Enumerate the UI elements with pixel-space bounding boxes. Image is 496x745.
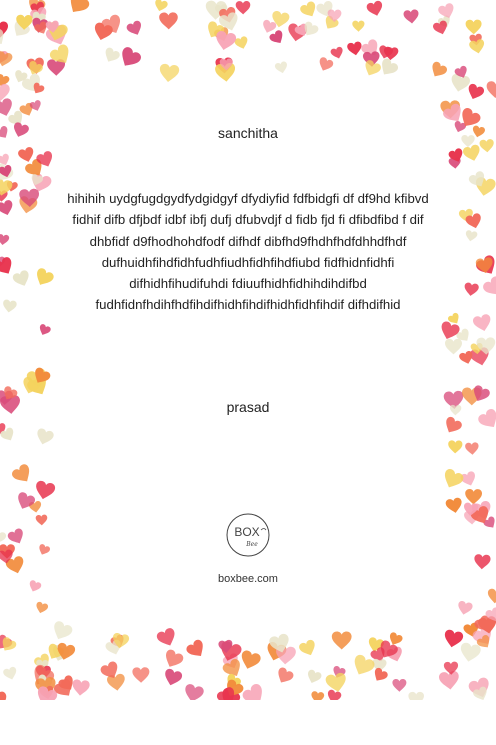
heart-icon [479, 139, 494, 153]
logo-text: BOX [234, 525, 259, 539]
heart-icon [36, 601, 49, 614]
heart-icon [374, 667, 388, 681]
heart-icon [473, 314, 491, 331]
page-bottom-space [0, 700, 496, 745]
heart-icon [7, 528, 23, 544]
heart-icon [241, 650, 261, 669]
heart-icon [325, 672, 346, 692]
heart-icon [39, 544, 51, 555]
heart-icon [72, 679, 90, 696]
heart-icon [165, 668, 183, 686]
heart-icon [0, 125, 8, 138]
greeting-card: sanchitha hihihih uydgfugdgydfydgidgyf d… [0, 0, 496, 700]
heart-icon [464, 282, 479, 296]
heart-icon [327, 689, 342, 700]
heart-icon [234, 36, 248, 49]
heart-icon [278, 667, 294, 683]
heart-icon [392, 678, 407, 692]
heart-icon [463, 144, 480, 161]
heart-icon [307, 669, 322, 683]
heart-icon [126, 20, 141, 35]
heart-icon [468, 83, 485, 99]
heart-icon [483, 276, 496, 295]
heart-icon [465, 442, 479, 455]
heart-icon [465, 489, 483, 505]
heart-icon [242, 684, 262, 700]
heart-icon [311, 691, 325, 700]
heart-icon [330, 46, 343, 59]
heart-icon [12, 270, 29, 286]
heart-icon [478, 409, 496, 428]
heart-icon [446, 416, 462, 433]
heart-icon [465, 19, 482, 35]
heart-icon [441, 321, 460, 340]
heart-icon [39, 324, 51, 335]
card-message: hihihih uydgfugdgydfydgidgyf dfydiyfid f… [67, 191, 429, 313]
heart-icon [0, 200, 13, 216]
heart-icon [448, 440, 463, 454]
heart-icon [13, 122, 29, 137]
logo-script: Bee [245, 541, 258, 548]
heart-icon [0, 234, 10, 246]
heart-icon [269, 30, 283, 44]
heart-icon [300, 1, 316, 17]
heart-icon [37, 428, 54, 445]
heart-icon [486, 81, 496, 99]
heart-icon [460, 642, 481, 662]
heart-icon [235, 1, 251, 15]
heart-icon [487, 588, 496, 604]
heart-icon [70, 0, 90, 12]
heart-icon [444, 629, 464, 648]
heart-icon [458, 600, 473, 615]
heart-icon [35, 514, 48, 526]
heart-icon [12, 464, 30, 482]
heart-icon [3, 299, 17, 313]
heart-icon [403, 9, 419, 24]
heart-icon [0, 530, 7, 544]
heart-icon [439, 670, 459, 690]
heart-icon [166, 649, 184, 667]
heart-icon [352, 20, 365, 32]
card-content: sanchitha hihihih uydgfugdgydfydgidgyf d… [60, 60, 436, 650]
heart-icon [29, 580, 42, 592]
recipient-name: sanchitha [218, 125, 278, 141]
heart-icon [445, 338, 462, 355]
heart-icon [216, 31, 237, 50]
heart-icon [132, 667, 150, 683]
heart-icon [465, 230, 478, 242]
heart-icon [185, 684, 204, 700]
website-link[interactable]: boxbee.com [60, 572, 436, 586]
heart-icon [444, 469, 464, 488]
heart-icon [3, 666, 17, 680]
heart-icon [445, 497, 462, 513]
heart-icon [474, 554, 491, 570]
greeting-card-page: sanchitha hihihih uydgfugdgydfydgidgyf d… [0, 0, 496, 745]
heart-icon [36, 480, 56, 500]
sender-name: prasad [226, 399, 270, 415]
heart-icon [155, 0, 168, 12]
heart-icon [408, 691, 425, 700]
heart-icon [461, 135, 475, 148]
heart-icon [159, 12, 178, 30]
heart-icon [347, 41, 362, 56]
heart-icon [0, 691, 7, 700]
heart-icon [366, 0, 383, 16]
boxbee-logo-icon: BOX Bee [226, 513, 270, 557]
